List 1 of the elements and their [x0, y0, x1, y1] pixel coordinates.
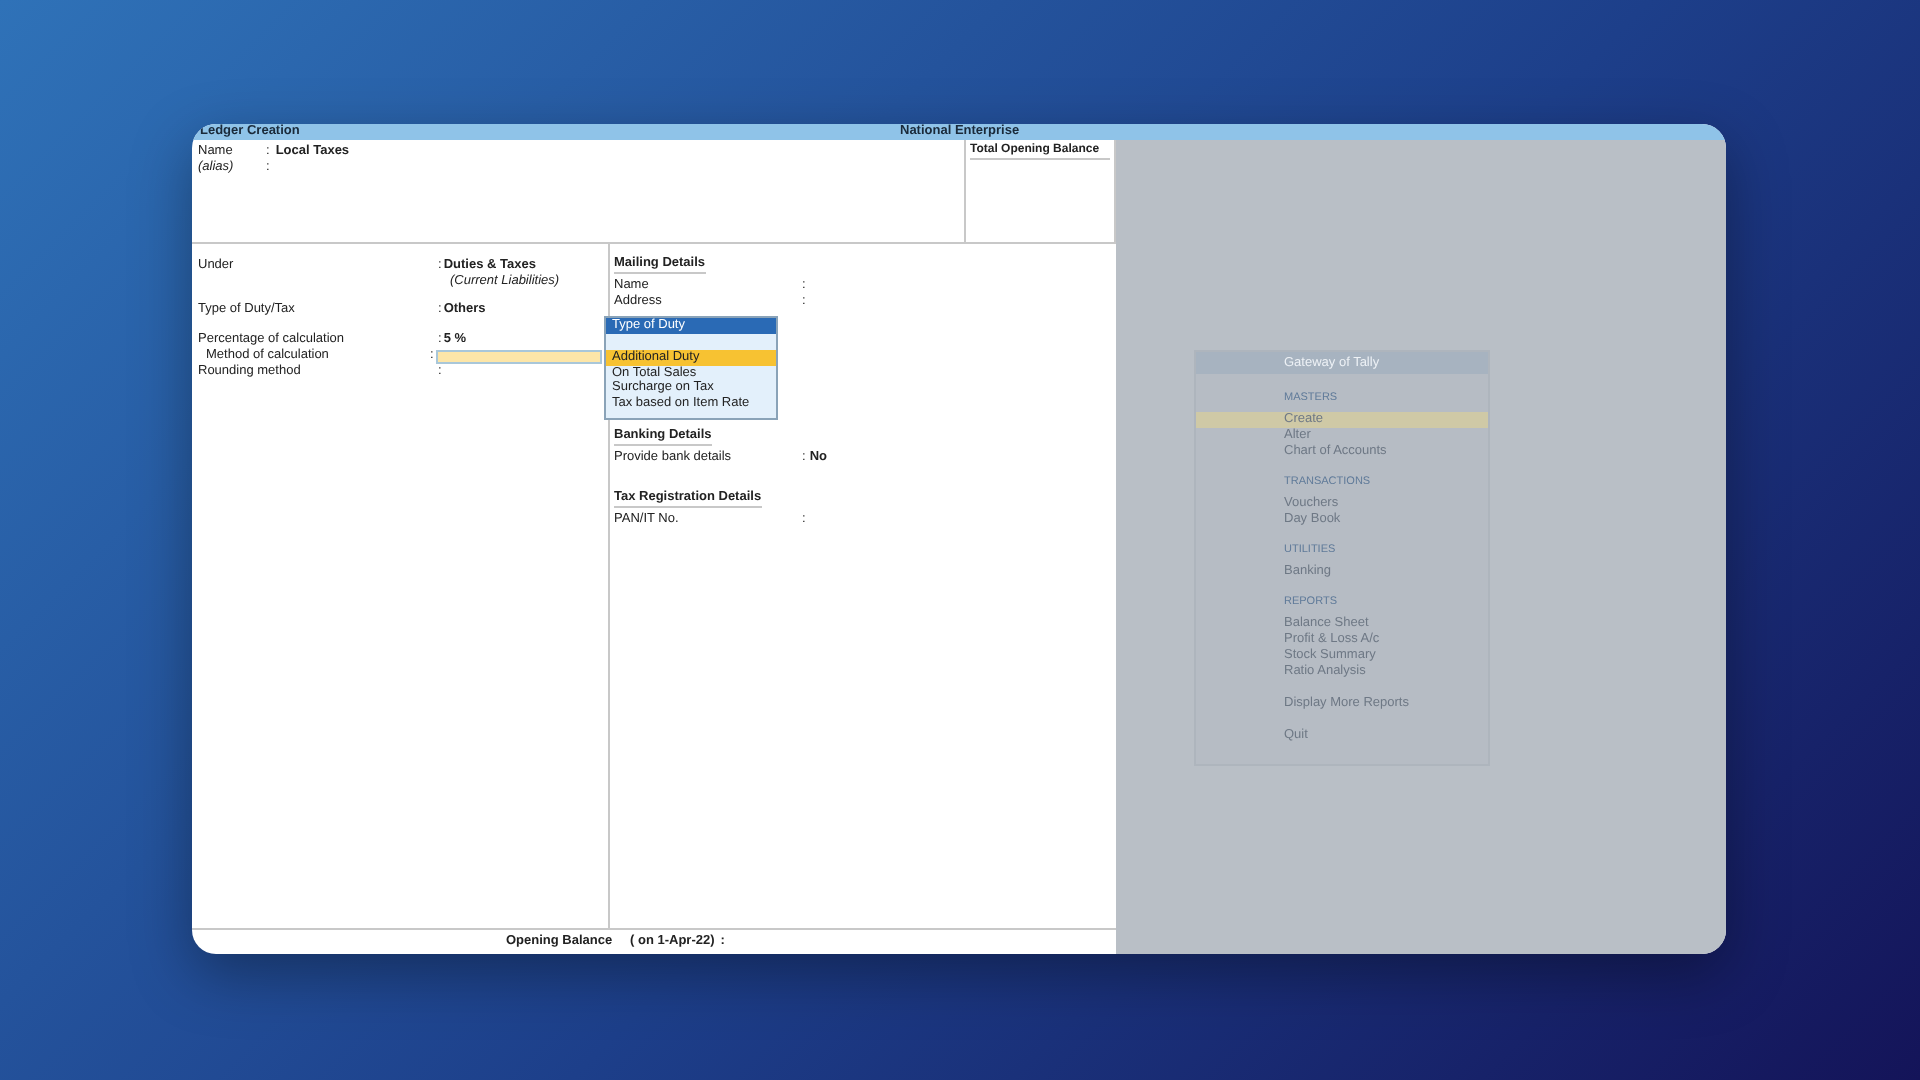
input-field[interactable] — [435, 349, 602, 363]
